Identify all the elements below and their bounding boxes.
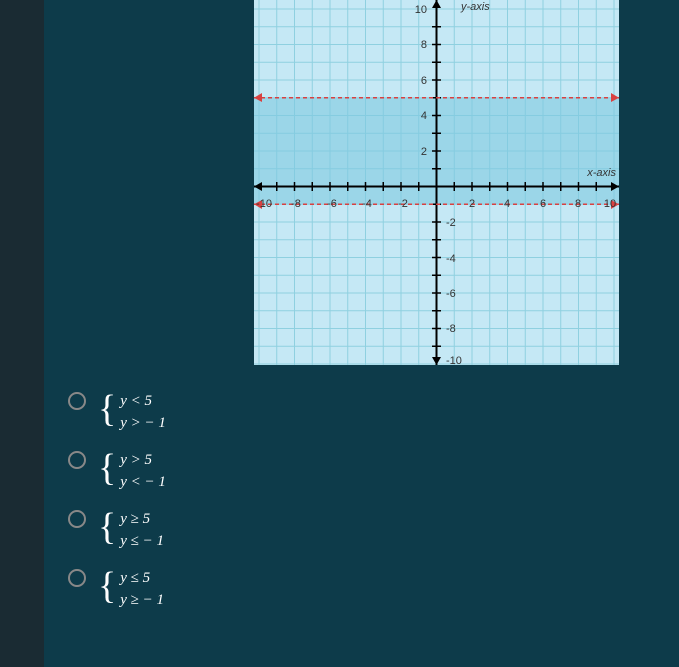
svg-text:-4: -4 — [362, 198, 372, 210]
brace-icon: { — [98, 508, 116, 546]
svg-text:6: 6 — [421, 75, 427, 87]
brace-icon: { — [98, 567, 116, 605]
svg-text:4: 4 — [421, 110, 427, 122]
svg-text:-2: -2 — [446, 217, 456, 229]
coordinate-plane: -10 -8 -6 -4 -2 2 4 6 8 10 10 8 6 4 2 -2… — [254, 0, 619, 365]
svg-text:-6: -6 — [446, 288, 456, 300]
option-c-line1: y ≥ 5 — [120, 508, 164, 530]
svg-text:-10: -10 — [256, 198, 272, 210]
option-b-line2: y < − 1 — [120, 471, 166, 493]
option-a[interactable]: { y < 5 y > − 1 — [68, 390, 166, 434]
graph: -10 -8 -6 -4 -2 2 4 6 8 10 10 8 6 4 2 -2… — [254, 0, 619, 365]
svg-text:-2: -2 — [398, 198, 408, 210]
sidebar — [0, 0, 44, 667]
svg-text:8: 8 — [575, 198, 581, 210]
option-d-line1: y ≤ 5 — [120, 567, 164, 589]
svg-text:x-axis: x-axis — [586, 167, 616, 179]
option-d-line2: y ≥ − 1 — [120, 589, 164, 611]
radio-icon — [68, 451, 86, 469]
option-d-text: y ≤ 5 y ≥ − 1 — [120, 567, 164, 611]
svg-text:4: 4 — [504, 198, 510, 210]
svg-text:2: 2 — [469, 198, 475, 210]
svg-text:y-axis: y-axis — [460, 1, 490, 13]
svg-text:-4: -4 — [446, 253, 456, 265]
svg-text:2: 2 — [421, 146, 427, 158]
option-d[interactable]: { y ≤ 5 y ≥ − 1 — [68, 567, 166, 611]
option-a-line2: y > − 1 — [120, 412, 166, 434]
option-c-text: y ≥ 5 y ≤ − 1 — [120, 508, 164, 552]
answer-options: { y < 5 y > − 1 { y > 5 y < − 1 { y ≥ 5 … — [68, 390, 166, 626]
brace-icon: { — [98, 390, 116, 428]
svg-text:10: 10 — [415, 4, 427, 16]
radio-icon — [68, 510, 86, 528]
option-c[interactable]: { y ≥ 5 y ≤ − 1 — [68, 508, 166, 552]
option-b[interactable]: { y > 5 y < − 1 — [68, 449, 166, 493]
option-b-text: y > 5 y < − 1 — [120, 449, 166, 493]
svg-text:-6: -6 — [327, 198, 337, 210]
option-a-text: y < 5 y > − 1 — [120, 390, 166, 434]
svg-text:-8: -8 — [291, 198, 301, 210]
radio-icon — [68, 392, 86, 410]
option-c-line2: y ≤ − 1 — [120, 530, 164, 552]
option-b-line1: y > 5 — [120, 449, 166, 471]
option-a-line1: y < 5 — [120, 390, 166, 412]
svg-text:-8: -8 — [446, 323, 456, 335]
svg-text:6: 6 — [540, 198, 546, 210]
svg-text:-10: -10 — [446, 355, 462, 365]
main-panel: -10 -8 -6 -4 -2 2 4 6 8 10 10 8 6 4 2 -2… — [44, 0, 679, 667]
radio-icon — [68, 569, 86, 587]
brace-icon: { — [98, 449, 116, 487]
svg-text:8: 8 — [421, 39, 427, 51]
svg-text:10: 10 — [604, 198, 616, 210]
